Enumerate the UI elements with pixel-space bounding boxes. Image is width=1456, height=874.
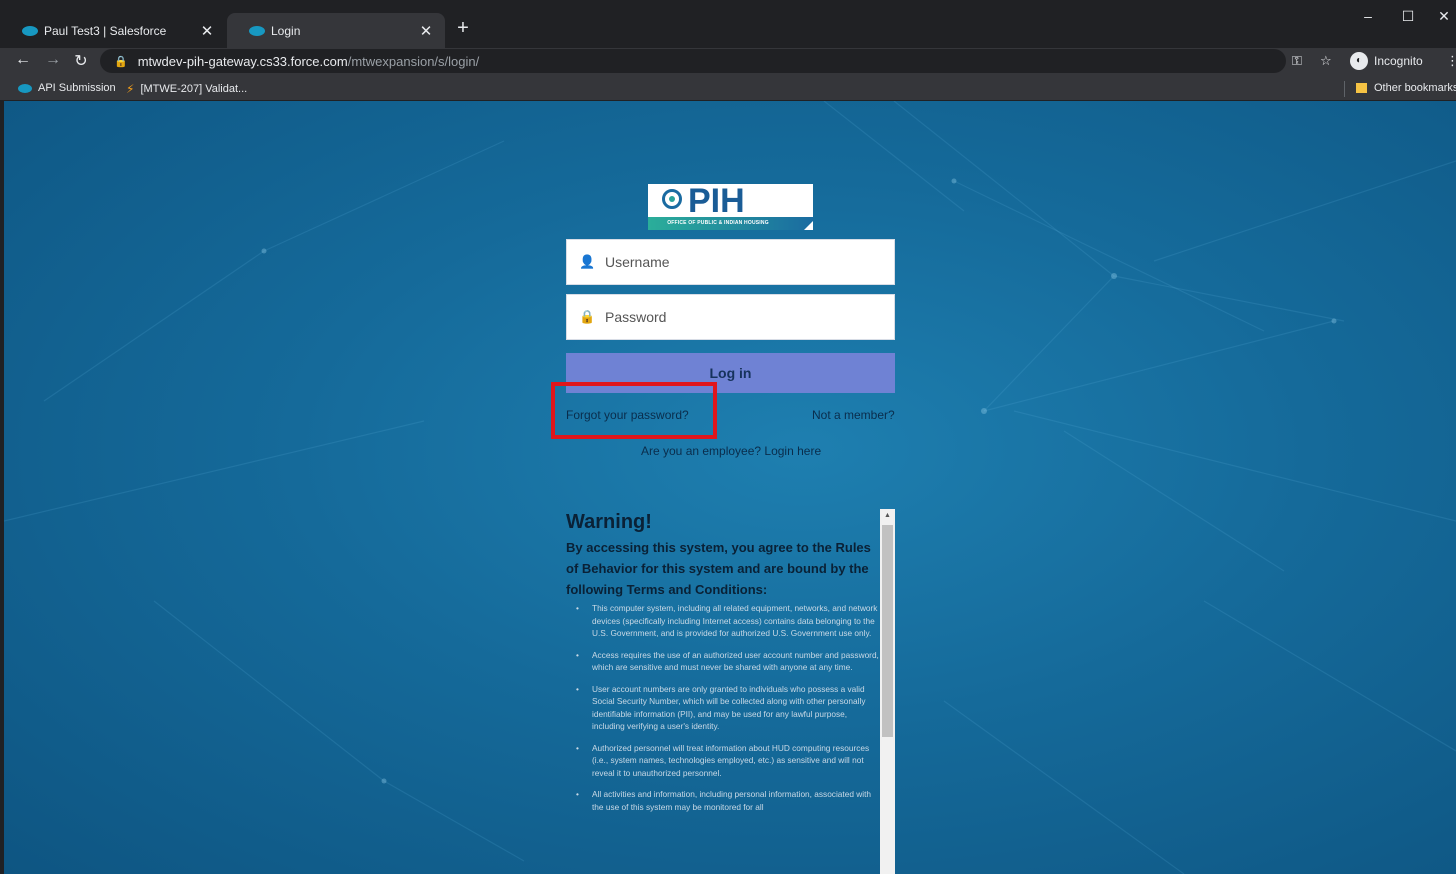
incognito-icon: ◐ <box>1350 52 1368 70</box>
key-icon[interactable]: ⚿ <box>1292 53 1302 69</box>
bookmark-api-submission[interactable]: API Submission <box>18 82 116 94</box>
warning-intro: By accessing this system, you agree to t… <box>566 540 871 597</box>
login-page: PIH OFFICE OF PUBLIC & INDIAN HOUSING 👤 … <box>4 101 1456 874</box>
warning-title: Warning! <box>566 511 652 533</box>
hud-seal-icon <box>662 189 682 209</box>
jira-icon: ⚡ <box>126 82 135 96</box>
bookmark-label: API Submission <box>38 82 116 94</box>
tab-salesforce[interactable]: Paul Test3 | Salesforce ✕ <box>0 13 226 48</box>
minimize-button[interactable]: – <box>1356 8 1380 24</box>
maximize-button[interactable]: ☐ <box>1396 8 1420 25</box>
scrollbar-thumb[interactable] <box>882 525 893 737</box>
warning-content: Warning! By accessing this system, you a… <box>566 509 879 822</box>
logo-subtitle: OFFICE OF PUBLIC & INDIAN HOUSING <box>667 220 769 226</box>
back-arrow-icon[interactable]: ← <box>12 51 34 69</box>
forward-arrow-icon[interactable]: → <box>42 51 64 69</box>
reload-icon[interactable]: ↻ <box>70 51 92 71</box>
address-bar[interactable]: 🔒 mtwdev-pih-gateway.cs33.force.com/mtwe… <box>100 49 1286 73</box>
logo-text: PIH <box>688 182 745 220</box>
employee-login-link[interactable]: Are you an employee? Login here <box>641 444 821 458</box>
lock-icon[interactable]: 🔒 <box>114 55 128 68</box>
tab-strip: Paul Test3 | Salesforce ✕ Login ✕ + – ☐ … <box>0 0 1456 48</box>
close-window-button[interactable]: ✕ <box>1432 8 1456 25</box>
salesforce-cloud-icon <box>249 25 265 36</box>
bookmarks-divider <box>1344 81 1345 97</box>
username-input[interactable] <box>603 253 894 271</box>
new-tab-button[interactable]: + <box>452 17 474 40</box>
password-field[interactable]: 🔒 <box>566 294 895 340</box>
incognito-label: Incognito <box>1374 54 1423 68</box>
bookmarks-bar: API Submission ⚡ [MTWE-207] Validat... O… <box>0 78 1456 100</box>
list-item: This computer system, including all rela… <box>576 602 879 640</box>
url-text[interactable]: mtwdev-pih-gateway.cs33.force.com/mtwexp… <box>138 54 480 69</box>
star-icon[interactable]: ☆ <box>1320 53 1332 69</box>
tab-title: Login <box>271 23 301 38</box>
tab-login[interactable]: Login ✕ <box>227 13 445 48</box>
bookmark-label: Other bookmarks <box>1374 82 1456 94</box>
pih-logo: PIH OFFICE OF PUBLIC & INDIAN HOUSING <box>648 182 813 230</box>
menu-dots-icon[interactable]: ⋮ <box>1446 53 1456 69</box>
warning-panel[interactable]: Warning! By accessing this system, you a… <box>566 509 895 874</box>
logo-corner <box>804 221 813 230</box>
list-item: All activities and information, includin… <box>576 788 879 813</box>
scroll-up-icon[interactable]: ▲ <box>880 509 895 523</box>
username-field[interactable]: 👤 <box>566 239 895 285</box>
salesforce-cloud-icon <box>18 83 32 93</box>
warning-scrollbar[interactable]: ▲ <box>880 509 895 874</box>
not-a-member-link[interactable]: Not a member? <box>812 408 895 422</box>
terms-list: This computer system, including all rela… <box>566 602 879 813</box>
bookmark-label: [MTWE-207] Validat... <box>140 83 248 95</box>
salesforce-cloud-icon <box>22 25 38 36</box>
other-bookmarks[interactable]: Other bookmarks <box>1356 82 1456 94</box>
folder-icon <box>1356 83 1367 93</box>
list-item: Access requires the use of an authorized… <box>576 649 879 674</box>
tab-close-icon[interactable]: ✕ <box>198 22 216 40</box>
annotation-highlight-box <box>551 382 717 439</box>
list-item: Authorized personnel will treat informat… <box>576 742 879 780</box>
browser-toolbar: ← → ↻ 🔒 mtwdev-pih-gateway.cs33.force.co… <box>0 48 1456 78</box>
tab-close-icon[interactable]: ✕ <box>417 22 435 40</box>
user-icon: 👤 <box>579 254 596 269</box>
password-input[interactable] <box>603 308 894 326</box>
incognito-indicator[interactable]: ◐ Incognito <box>1350 51 1423 71</box>
tab-title: Paul Test3 | Salesforce <box>44 23 167 38</box>
lock-icon: 🔒 <box>579 309 596 324</box>
list-item: User account numbers are only granted to… <box>576 683 879 733</box>
bookmark-mtwe-207[interactable]: ⚡ [MTWE-207] Validat... <box>126 82 247 96</box>
